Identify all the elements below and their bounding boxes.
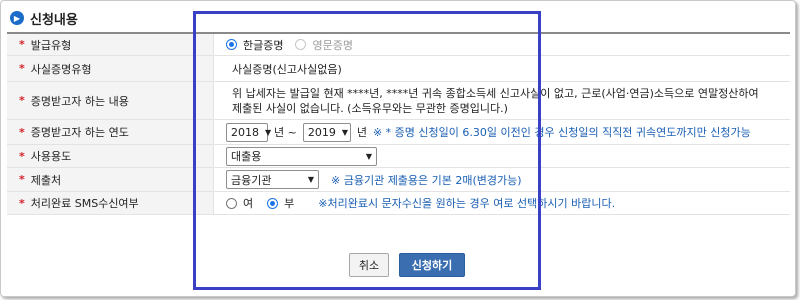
row-label: * 사용용도 xyxy=(7,145,214,167)
row-label: * 처리완료 SMS수신여부 xyxy=(7,192,214,214)
row-label: * 제출처 xyxy=(7,168,214,191)
submit-to-note: ※ 금융기관 제출용은 기본 2매(변경가능) xyxy=(331,173,522,187)
row-fact-type: * 사실증명유형 사실증명(신고사실없음) xyxy=(7,56,790,82)
section-title: 신청내용 xyxy=(30,12,78,28)
row-content: * 증명받고자 하는 내용 위 납세자는 발급일 현재 ****년, ****년… xyxy=(7,82,790,120)
label-purpose: 사용용도 xyxy=(30,150,72,163)
label-issue-type: 발급유형 xyxy=(30,38,72,52)
required-mark: * xyxy=(19,94,25,107)
row-submit-to: * 제출처 금융기관 ▼ ※ 금융기관 제출용은 기본 2매(변경가능) xyxy=(7,168,790,192)
radio-sms-no[interactable] xyxy=(267,197,279,209)
label-year: 증명받고자 하는 연도 xyxy=(30,126,129,139)
required-mark: * xyxy=(19,149,25,163)
required-mark: * xyxy=(19,38,25,51)
label-fact-type: 사실증명유형 xyxy=(30,62,92,76)
row-sms: * 처리완료 SMS수신여부 여 부 ※처리완료시 문자수신을 원하는 경우 여… xyxy=(7,192,790,215)
year-to-select[interactable]: 2019 ▼ xyxy=(302,122,351,142)
content-value: 위 납세자는 발급일 현재 ****년, ****년 귀속 종합소득세 신고사실… xyxy=(214,82,790,119)
issue-type-options: 한글증명 영문증명 xyxy=(214,34,790,55)
year-from-value: 2018 xyxy=(231,125,259,139)
submit-to-select[interactable]: 금융기관 ▼ xyxy=(226,170,319,189)
fact-type-value: 사실증명(신고사실없음) xyxy=(214,56,790,81)
cancel-button[interactable]: 취소 xyxy=(349,253,389,277)
row-label: * 사실증명유형 xyxy=(7,56,214,81)
row-issue-type: * 발급유형 한글증명 영문증명 xyxy=(7,34,790,56)
radio-sms-yes[interactable] xyxy=(226,197,237,209)
year-separator: 년 ~ xyxy=(274,126,297,139)
label-content: 증명받고자 하는 내용 xyxy=(30,94,129,108)
fact-type-text: 사실증명(신고사실없음) xyxy=(232,62,342,76)
content-text: 위 납세자는 발급일 현재 ****년, ****년 귀속 종합소득세 신고사실… xyxy=(232,86,759,115)
chevron-down-icon: ▼ xyxy=(307,175,314,184)
sms-note: ※처리완료시 문자수신을 원하는 경우 여로 선택하시기 바랍니다. xyxy=(318,197,616,210)
year-from-select[interactable]: 2018 ▼ xyxy=(226,122,272,142)
year-value: 2018 ▼ 년 ~ 2019 ▼ 년 ※ * 증명 신청일이 6.30일 이전… xyxy=(214,120,790,144)
label-sms: 처리완료 SMS수신여부 xyxy=(30,197,139,210)
required-mark: * xyxy=(19,62,25,75)
row-year: * 증명받고자 하는 연도 2018 ▼ 년 ~ 2019 ▼ 년 ※ * 증명… xyxy=(7,120,790,145)
application-form: * 발급유형 한글증명 영문증명 * 사실증명유형 사실증명(신고사실없음) *… xyxy=(7,32,790,215)
required-mark: * xyxy=(19,125,25,139)
label-submit-to: 제출처 xyxy=(30,173,62,187)
submit-to-selected: 금융기관 xyxy=(231,173,272,187)
year-to-value: 2019 xyxy=(307,125,336,139)
required-mark: * xyxy=(19,173,25,186)
submit-button[interactable]: 신청하기 xyxy=(399,253,465,277)
chevron-down-icon: ▼ xyxy=(365,151,372,161)
radio-english-label: 영문증명 xyxy=(312,38,353,52)
radio-sms-no-label[interactable]: 부 xyxy=(284,195,294,211)
row-label: * 발급유형 xyxy=(7,34,214,55)
section-header: ▶ 신청내용 xyxy=(10,8,78,28)
radio-sms-yes-label[interactable]: 여 xyxy=(243,195,253,211)
purpose-selected: 대출용 xyxy=(231,150,262,163)
required-mark: * xyxy=(19,196,25,210)
radio-english xyxy=(295,39,307,50)
row-label: * 증명받고자 하는 연도 xyxy=(7,120,214,144)
row-label: * 증명받고자 하는 내용 xyxy=(7,82,214,119)
chevron-down-icon: ▼ xyxy=(265,127,272,137)
form-actions: 취소 신청하기 xyxy=(349,253,465,277)
submit-to-value: 금융기관 ▼ ※ 금융기관 제출용은 기본 2매(변경가능) xyxy=(214,168,790,191)
sms-options: 여 부 ※처리완료시 문자수신을 원하는 경우 여로 선택하시기 바랍니다. xyxy=(214,192,790,214)
chevron-right-icon: ▶ xyxy=(10,11,24,25)
purpose-value: 대출용 ▼ xyxy=(214,145,790,167)
year-note: ※ * 증명 신청일이 6.30일 이전인 경우 신청일의 직직전 귀속연도까지… xyxy=(372,126,751,139)
year-suffix: 년 xyxy=(356,126,367,139)
chevron-down-icon: ▼ xyxy=(341,127,348,137)
purpose-select[interactable]: 대출용 ▼ xyxy=(226,146,377,166)
row-purpose: * 사용용도 대출용 ▼ xyxy=(7,145,790,168)
radio-korean[interactable] xyxy=(226,39,237,50)
radio-korean-label[interactable]: 한글증명 xyxy=(243,37,283,53)
